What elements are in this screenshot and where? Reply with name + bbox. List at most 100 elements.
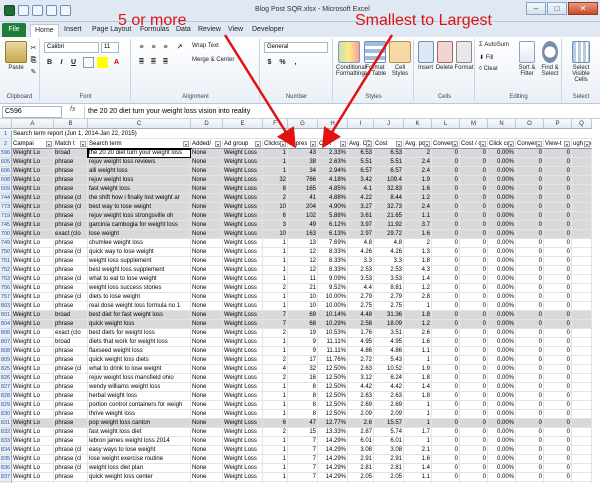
table-cell[interactable]	[572, 338, 592, 347]
table-cell[interactable]: 11	[288, 275, 318, 284]
row-header[interactable]: 744	[0, 194, 12, 203]
table-cell[interactable]: 2.69	[348, 401, 374, 410]
filter-dropdown-icon[interactable]: ▾	[366, 141, 372, 147]
table-cell[interactable]: 0	[544, 149, 572, 158]
table-cell[interactable]: thrive weight loss	[88, 410, 191, 419]
table-cell[interactable]: 3.12	[348, 374, 374, 383]
table-cell[interactable]: weight loss diet plan	[88, 464, 191, 473]
table-cell[interactable]: 0	[432, 266, 460, 275]
table-cell[interactable]: 0	[544, 257, 572, 266]
table-cell[interactable]: best diets for weight loss	[88, 329, 191, 338]
fill-color-icon[interactable]	[97, 57, 108, 68]
table-cell[interactable]: 0	[460, 419, 488, 428]
table-cell[interactable]: 1	[404, 410, 432, 419]
table-cell[interactable]: 2.4	[404, 203, 432, 212]
table-cell[interactable]: Weight Loss	[223, 149, 263, 158]
table-cell[interactable]: None	[191, 365, 223, 374]
table-cell[interactable]: 1.3	[404, 248, 432, 257]
table-cell[interactable]	[572, 203, 592, 212]
table-cell[interactable]: 7	[288, 464, 318, 473]
column-header-d[interactable]: D	[191, 119, 223, 129]
table-cell[interactable]: Weight Loss	[223, 347, 263, 356]
table-cell[interactable]: 0	[544, 365, 572, 374]
table-cell[interactable]: Weight Loss	[223, 212, 263, 221]
table-cell[interactable]: Weight Lo	[12, 446, 54, 455]
table-cell[interactable]: phrase	[54, 212, 88, 221]
row-header[interactable]: 836	[0, 464, 12, 473]
table-cell[interactable]: Weight Lo	[12, 194, 54, 203]
table-cell[interactable]: 3.27	[348, 203, 374, 212]
table-cell[interactable]: Weight Lo	[12, 419, 54, 428]
table-cell[interactable]: None	[191, 437, 223, 446]
row-header[interactable]: 833	[0, 437, 12, 446]
table-cell[interactable]: 2.91	[348, 455, 374, 464]
table-cell[interactable]: 8	[288, 392, 318, 401]
table-cell[interactable]	[572, 158, 592, 167]
cell-styles-button[interactable]: Cell Styles	[388, 41, 412, 77]
table-cell[interactable]: 0	[460, 203, 488, 212]
table-cell[interactable]: None	[191, 392, 223, 401]
row-header[interactable]: 828	[0, 392, 12, 401]
table-cell[interactable]: phrase	[54, 158, 88, 167]
row-header[interactable]: 831	[0, 419, 12, 428]
table-cell[interactable]: 0.00%	[488, 266, 516, 275]
table-cell[interactable]: None	[191, 275, 223, 284]
table-cell[interactable]: 0	[460, 212, 488, 221]
table-cell[interactable]: Weight Lo	[12, 230, 54, 239]
table-cell[interactable]: 7.69%	[318, 239, 348, 248]
table-cell[interactable]: 0	[460, 194, 488, 203]
table-cell[interactable]: 2.87	[348, 428, 374, 437]
table-cell[interactable]: 2.75	[348, 302, 374, 311]
table-cell[interactable]: Weight Loss	[223, 257, 263, 266]
table-cell[interactable]: Weight Loss	[223, 185, 263, 194]
table-cell[interactable]	[572, 167, 592, 176]
table-cell[interactable]: 7	[263, 320, 288, 329]
table-cell[interactable]: 1	[263, 473, 288, 482]
table-cell[interactable]: 0	[432, 446, 460, 455]
table-cell[interactable]: 29.72	[374, 230, 404, 239]
table-cell[interactable]: 2.33%	[318, 149, 348, 158]
table-cell[interactable]: phrase (cl	[54, 275, 88, 284]
table-cell[interactable]: Weight Lo	[12, 212, 54, 221]
table-cell[interactable]: what to drink to lose weight	[88, 365, 191, 374]
table-cell[interactable]: phrase	[54, 167, 88, 176]
table-cell[interactable]: 0	[516, 473, 544, 482]
table-cell[interactable]: 204	[288, 203, 318, 212]
table-cell[interactable]	[572, 311, 592, 320]
table-cell[interactable]: 12	[288, 257, 318, 266]
table-cell[interactable]: phrase	[54, 176, 88, 185]
bold-button[interactable]: B	[44, 57, 55, 68]
table-cell[interactable]: 0.00%	[488, 338, 516, 347]
table-cell[interactable]: 0	[544, 284, 572, 293]
table-cell[interactable]: 5.43	[374, 356, 404, 365]
table-cell[interactable]: 1	[263, 401, 288, 410]
table-cell[interactable]: 3.97	[348, 221, 374, 230]
underline-button[interactable]: U	[68, 57, 79, 68]
filter-dropdown-icon[interactable]: ▾	[46, 141, 52, 147]
table-cell[interactable]: 14.29%	[318, 464, 348, 473]
table-cell[interactable]: Weight Lo	[12, 365, 54, 374]
table-cell[interactable]: 7	[288, 437, 318, 446]
row-header[interactable]: 606	[0, 167, 12, 176]
table-cell[interactable]: phrase	[54, 302, 88, 311]
table-cell[interactable]: 0.00%	[488, 356, 516, 365]
table-cell[interactable]: the 20 20 diet turn your weight loss	[87, 148, 192, 159]
table-cell[interactable]: None	[191, 383, 223, 392]
table-cell[interactable]: 2.05	[374, 473, 404, 482]
table-cell[interactable]: 0	[432, 392, 460, 401]
row-header[interactable]: 749	[0, 239, 12, 248]
table-cell[interactable]: 0	[460, 158, 488, 167]
table-cell[interactable]: 0	[544, 428, 572, 437]
table-cell[interactable]: 0	[544, 266, 572, 275]
tab-view[interactable]: View	[224, 24, 247, 37]
close-button[interactable]: ✕	[568, 2, 598, 15]
table-cell[interactable]: 0	[544, 158, 572, 167]
name-box[interactable]: C596	[2, 106, 62, 118]
table-cell[interactable]: garcinia cambogia for weight loss	[88, 221, 191, 230]
table-cell[interactable]	[572, 221, 592, 230]
table-cell[interactable]: phrase	[54, 419, 88, 428]
table-cell[interactable]: 0	[516, 203, 544, 212]
table-cell[interactable]: Weight Lo	[12, 392, 54, 401]
table-cell[interactable]: Weight Lo	[12, 383, 54, 392]
table-cell[interactable]: 0	[432, 311, 460, 320]
